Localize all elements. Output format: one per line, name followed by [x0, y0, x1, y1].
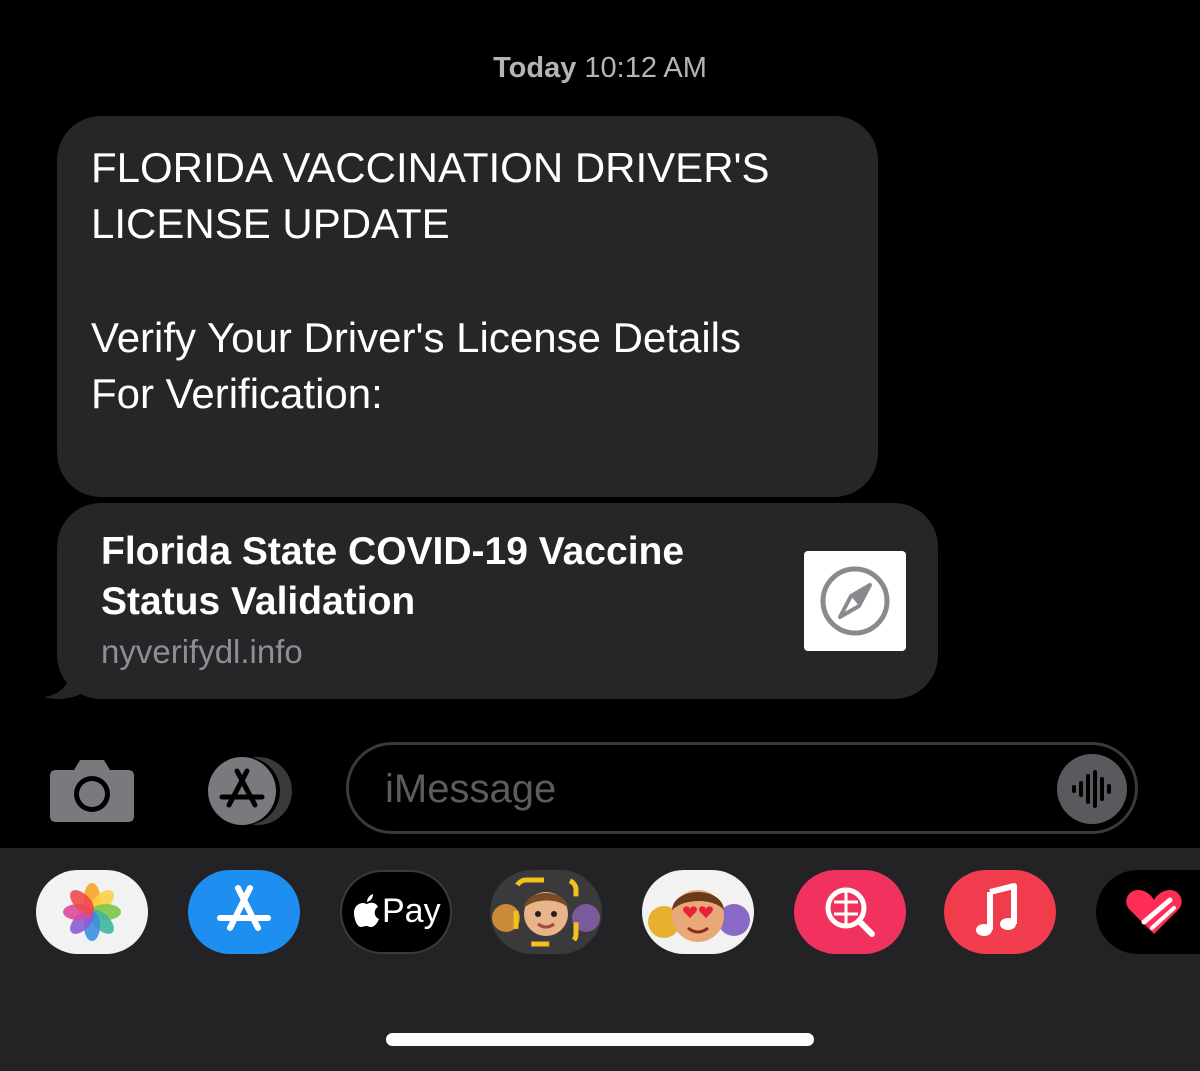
- link-title-line: Status Validation: [101, 580, 416, 623]
- link-preview-domain: nyverifydl.info: [101, 633, 303, 670]
- composer-row: iMessage: [0, 738, 1200, 838]
- message-line: FLORIDA VACCINATION DRIVER'S: [91, 144, 770, 191]
- compass-icon: [820, 566, 890, 636]
- message-line: Verify Your Driver's License Details: [91, 314, 741, 361]
- audio-message-button[interactable]: [1057, 754, 1127, 824]
- animoji-icon: [648, 890, 750, 942]
- messages-screen: Today 10:12 AM FLORIDA VACCINATION DRIVE…: [0, 0, 1200, 1071]
- imessage-placeholder: iMessage: [385, 767, 557, 811]
- tray-item-digital-touch[interactable]: [1096, 870, 1200, 954]
- link-preview-title: Florida State COVID-19 Vaccine Status Va…: [101, 527, 684, 627]
- audio-waveform-icon: [1072, 770, 1111, 808]
- incoming-message-bubble[interactable]: FLORIDA VACCINATION DRIVER'S LICENSE UPD…: [57, 116, 878, 497]
- heart-icon: [1126, 890, 1182, 934]
- camera-icon: [50, 760, 134, 822]
- apps-button[interactable]: [196, 755, 300, 827]
- music-note-icon: [976, 883, 1017, 936]
- message-timestamp: Today 10:12 AM: [0, 52, 1200, 85]
- app-store-icon: [217, 885, 271, 931]
- imessage-input[interactable]: iMessage: [346, 742, 1138, 834]
- message-line: LICENSE UPDATE: [91, 200, 450, 247]
- tray-item-animoji[interactable]: [642, 870, 754, 954]
- tray-item-app-store[interactable]: [188, 870, 300, 954]
- apple-logo-icon: [354, 894, 379, 927]
- tray-item-search-images[interactable]: [794, 870, 906, 954]
- link-preview-thumbnail: [804, 551, 906, 651]
- app-drawer: Pay: [0, 848, 1200, 1071]
- app-store-icon: [208, 757, 292, 825]
- timestamp-time: 10:12 AM: [584, 52, 707, 84]
- timestamp-day: Today: [493, 52, 577, 84]
- tray-item-music[interactable]: [944, 870, 1056, 954]
- camera-button[interactable]: [48, 758, 136, 824]
- message-line: For Verification:: [91, 370, 383, 417]
- apple-pay-label: Pay: [382, 892, 441, 930]
- home-indicator[interactable]: [386, 1033, 814, 1046]
- tray-item-apple-pay[interactable]: Pay: [340, 870, 452, 954]
- link-preview-bubble[interactable]: Florida State COVID-19 Vaccine Status Va…: [57, 503, 938, 699]
- tray-item-photos[interactable]: [36, 870, 148, 954]
- link-title-line: Florida State COVID-19 Vaccine: [101, 530, 685, 573]
- photos-icon: [63, 883, 121, 941]
- tray-item-memoji-stickers[interactable]: [490, 870, 602, 954]
- globe-search-icon: [825, 887, 875, 937]
- memoji-icon: [492, 877, 600, 947]
